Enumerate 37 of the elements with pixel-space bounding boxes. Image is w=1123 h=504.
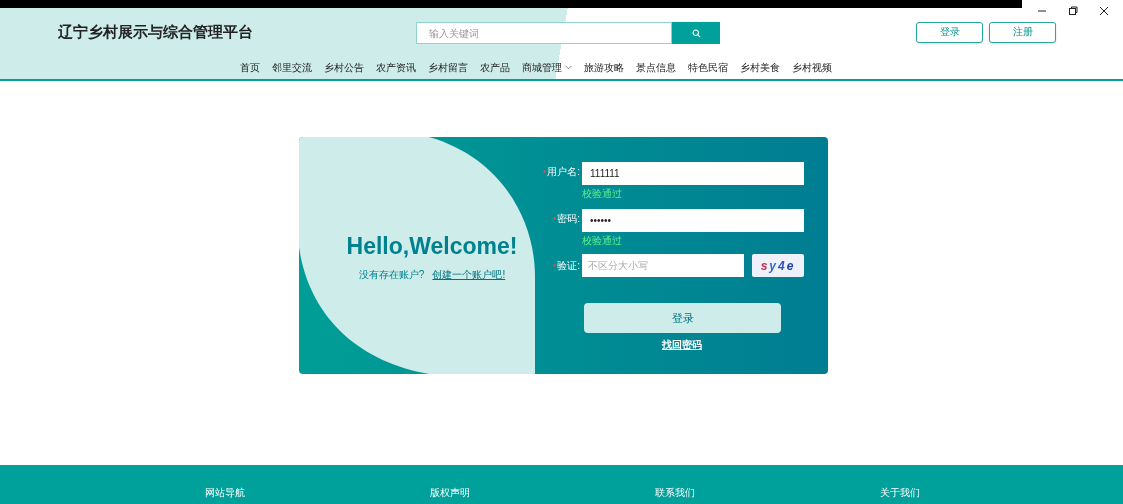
nav-link[interactable]: 乡村视频 bbox=[792, 59, 832, 75]
nav-link[interactable]: 乡村留言 bbox=[428, 59, 468, 75]
input-field[interactable]: 不区分大小写 bbox=[582, 254, 744, 277]
nav-link[interactable]: 乡村公告 bbox=[324, 59, 364, 75]
register-link[interactable]: 创建一个账户吧! bbox=[432, 266, 506, 282]
login-button[interactable]: 登录 bbox=[916, 22, 983, 43]
submit-button[interactable]: 登录 bbox=[584, 303, 781, 333]
search-field[interactable]: 输入关键词 bbox=[416, 22, 672, 44]
search-icon bbox=[691, 28, 701, 38]
field-label: 用户名: bbox=[547, 165, 580, 179]
nav-link[interactable]: 首页 bbox=[240, 59, 260, 75]
field-label: 密码: bbox=[557, 212, 580, 226]
validation-message: 校验通过 bbox=[582, 187, 622, 201]
nav-link[interactable]: 特色民宿 bbox=[688, 59, 728, 75]
required-icon bbox=[553, 264, 557, 267]
input-field[interactable]: •••••• bbox=[582, 209, 804, 232]
required-icon bbox=[553, 217, 557, 220]
input-field[interactable]: 111111 bbox=[582, 162, 804, 185]
chevron-down-icon bbox=[565, 64, 572, 70]
nav-link[interactable]: 农产品 bbox=[480, 59, 510, 75]
nav-link[interactable]: 景点信息 bbox=[636, 59, 676, 75]
close-icon[interactable] bbox=[1098, 6, 1109, 16]
register-button[interactable]: 注册 bbox=[989, 22, 1056, 43]
captcha-image[interactable]: sy4e bbox=[752, 254, 804, 277]
field-label: 验证: bbox=[557, 259, 580, 273]
nav-link[interactable]: 邻里交流 bbox=[272, 59, 312, 75]
nav-link[interactable]: 农产资讯 bbox=[376, 59, 416, 75]
nav-link[interactable]: 商城管理 bbox=[522, 59, 572, 75]
account-prompt: 没有存在账户? bbox=[358, 267, 425, 282]
welcome-heading: Hello,Welcome! bbox=[346, 232, 518, 262]
restore-icon[interactable] bbox=[1067, 6, 1078, 16]
site-title: 辽宁乡村展示与综合管理平台 bbox=[58, 21, 254, 42]
required-icon bbox=[543, 170, 547, 173]
nav-link[interactable]: 乡村美食 bbox=[740, 59, 780, 75]
validation-message: 校验通过 bbox=[582, 234, 622, 248]
nav-link[interactable]: 旅游攻略 bbox=[584, 59, 624, 75]
forgot-password-link[interactable]: 找回密码 bbox=[662, 337, 702, 352]
